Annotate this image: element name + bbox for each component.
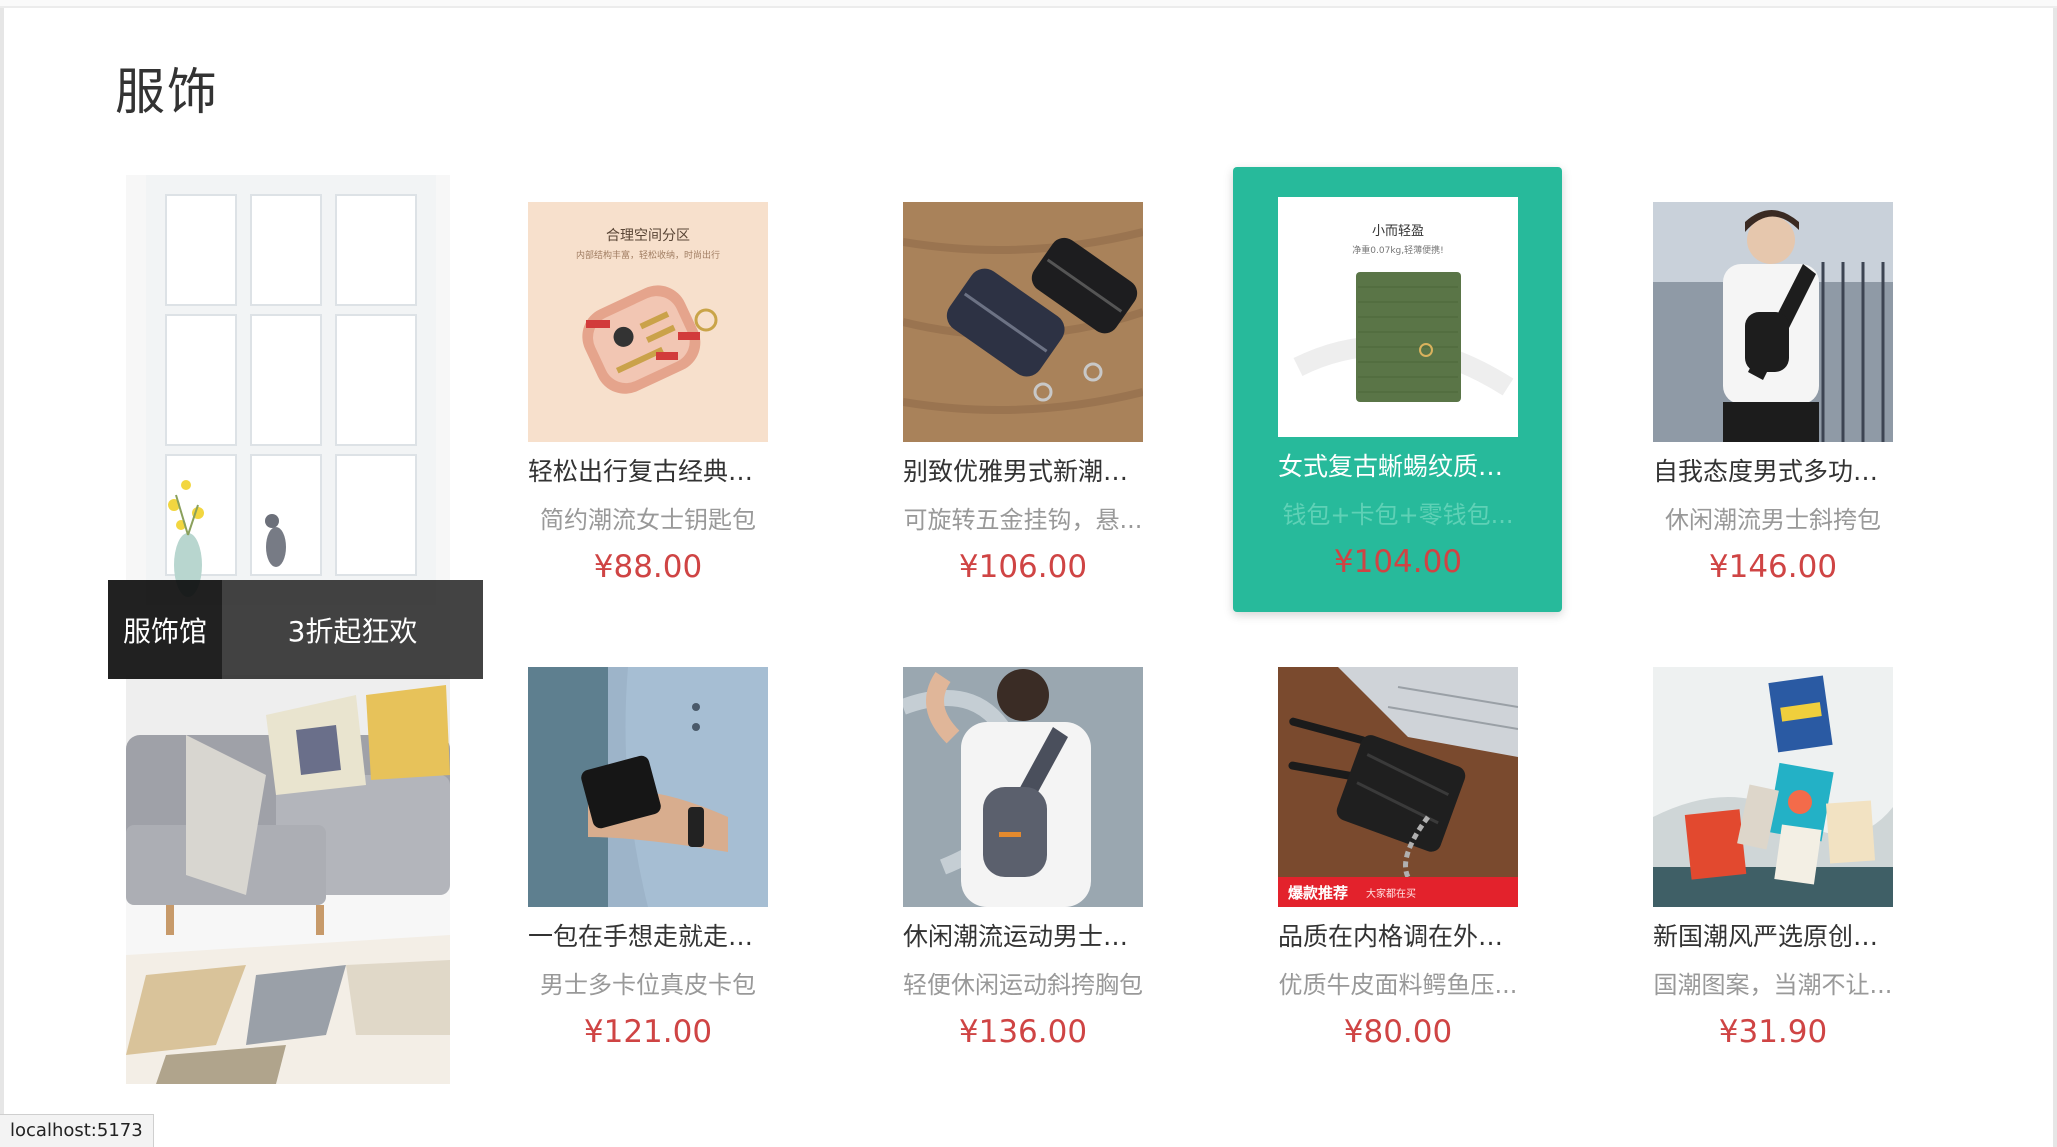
card-wallet-hand-image [528,667,768,907]
product-price: ¥121.00 [583,1014,713,1050]
product-card[interactable]: 自我态度男式多功能... 休闲潮流男士斜挎包 ¥146.00 [1608,175,1937,620]
coin-purse-image: 爆款推荐 大家都在买 [1278,667,1518,907]
section-title: 服饰 [115,63,219,121]
product-card[interactable]: 别致优雅男式新潮头... 可旋转五金挂钩，悬... ¥106.00 [858,175,1187,620]
product-desc: 优质牛皮面料鳄鱼压... [1278,971,1518,999]
product-name[interactable]: 女式复古蜥蜴纹质感... [1278,447,1518,487]
promo-caption[interactable]: 服饰馆 3折起狂欢 [108,580,483,679]
product-image [903,202,1143,442]
product-image: 合理空间分区 内部结构丰富，轻松收纳，时尚出行 [528,202,768,442]
sling-bag-model-image [1653,202,1893,442]
product-desc: 男士多卡位真皮卡包 [540,971,756,999]
product-card[interactable]: 新国潮风严选原创蒸... 国潮图案，当潮不让... ¥31.90 [1608,640,1937,1085]
product-desc: 简约潮流女士钥匙包 [540,506,756,534]
product-name[interactable]: 轻松出行复古经典老... [528,452,768,492]
svg-text:合理空间分区: 合理空间分区 [606,228,690,244]
product-price: ¥106.00 [958,549,1088,585]
product-image [528,667,768,907]
svg-text:净重0.07kg,轻薄便携!: 净重0.07kg,轻薄便携! [1352,244,1443,256]
product-name[interactable]: 自我态度男式多功能... [1653,452,1893,492]
product-price: ¥146.00 [1708,549,1838,585]
green-wallet-image: 小而轻盈 净重0.07kg,轻薄便携! [1278,197,1518,437]
product-card[interactable]: 合理空间分区 内部结构丰富，轻松收纳，时尚出行 轻松出行复古经典老... 简约潮… [483,175,812,620]
product-card[interactable]: 一包在手想走就走男... 男士多卡位真皮卡包 ¥121.00 [483,640,812,1085]
product-desc: 休闲潮流男士斜挎包 [1665,506,1881,534]
product-price: ¥80.00 [1343,1014,1453,1050]
product-image [903,667,1143,907]
svg-text:内部结构丰富，轻松收纳，时尚出行: 内部结构丰富，轻松收纳，时尚出行 [576,249,720,261]
product-name[interactable]: 一包在手想走就走男... [528,917,768,957]
product-image: 小而轻盈 净重0.07kg,轻薄便携! [1278,197,1518,437]
product-card[interactable]: 爆款推荐 大家都在买 品质在内格调在外头... 优质牛皮面料鳄鱼压... ¥80… [1233,640,1562,1085]
svg-text:大家都在买: 大家都在买 [1366,887,1416,900]
product-image [1653,202,1893,442]
product-desc: 钱包+卡包+零钱包... [1282,501,1514,529]
status-bar-url: localhost:5173 [0,1114,154,1147]
product-name[interactable]: 休闲潮流运动男士胸包 [903,917,1143,957]
gift-boxes-image [1653,667,1893,907]
product-desc: 国潮图案，当潮不让... [1653,971,1893,999]
product-name[interactable]: 别致优雅男式新潮头... [903,452,1143,492]
product-image [1653,667,1893,907]
product-name[interactable]: 新国潮风严选原创蒸... [1653,917,1893,957]
promo-category-label: 服饰馆 [108,580,222,679]
product-name[interactable]: 品质在内格调在外头... [1278,917,1518,957]
top-divider [0,0,2057,8]
svg-text:爆款推荐: 爆款推荐 [1288,884,1348,902]
product-desc: 可旋转五金挂钩，悬... [903,506,1143,534]
product-image: 爆款推荐 大家都在买 [1278,667,1518,907]
chest-bag-model-image [903,667,1143,907]
key-case-image [903,202,1143,442]
promo-discount-label: 3折起狂欢 [287,614,418,648]
product-price: ¥88.00 [593,549,703,585]
product-card[interactable]: 休闲潮流运动男士胸包 轻便休闲运动斜挎胸包 ¥136.00 [858,640,1187,1085]
product-price: ¥104.00 [1333,544,1463,580]
product-price: ¥136.00 [958,1014,1088,1050]
product-card-active[interactable]: 小而轻盈 净重0.07kg,轻薄便携! 女式复古蜥蜴纹质感... 钱包+卡包+零… [1233,167,1562,612]
key-pouch-image: 合理空间分区 内部结构丰富，轻松收纳，时尚出行 [528,202,768,442]
product-price: ¥31.90 [1718,1014,1828,1050]
product-desc: 轻便休闲运动斜挎胸包 [903,971,1143,999]
svg-text:小而轻盈: 小而轻盈 [1372,224,1424,239]
